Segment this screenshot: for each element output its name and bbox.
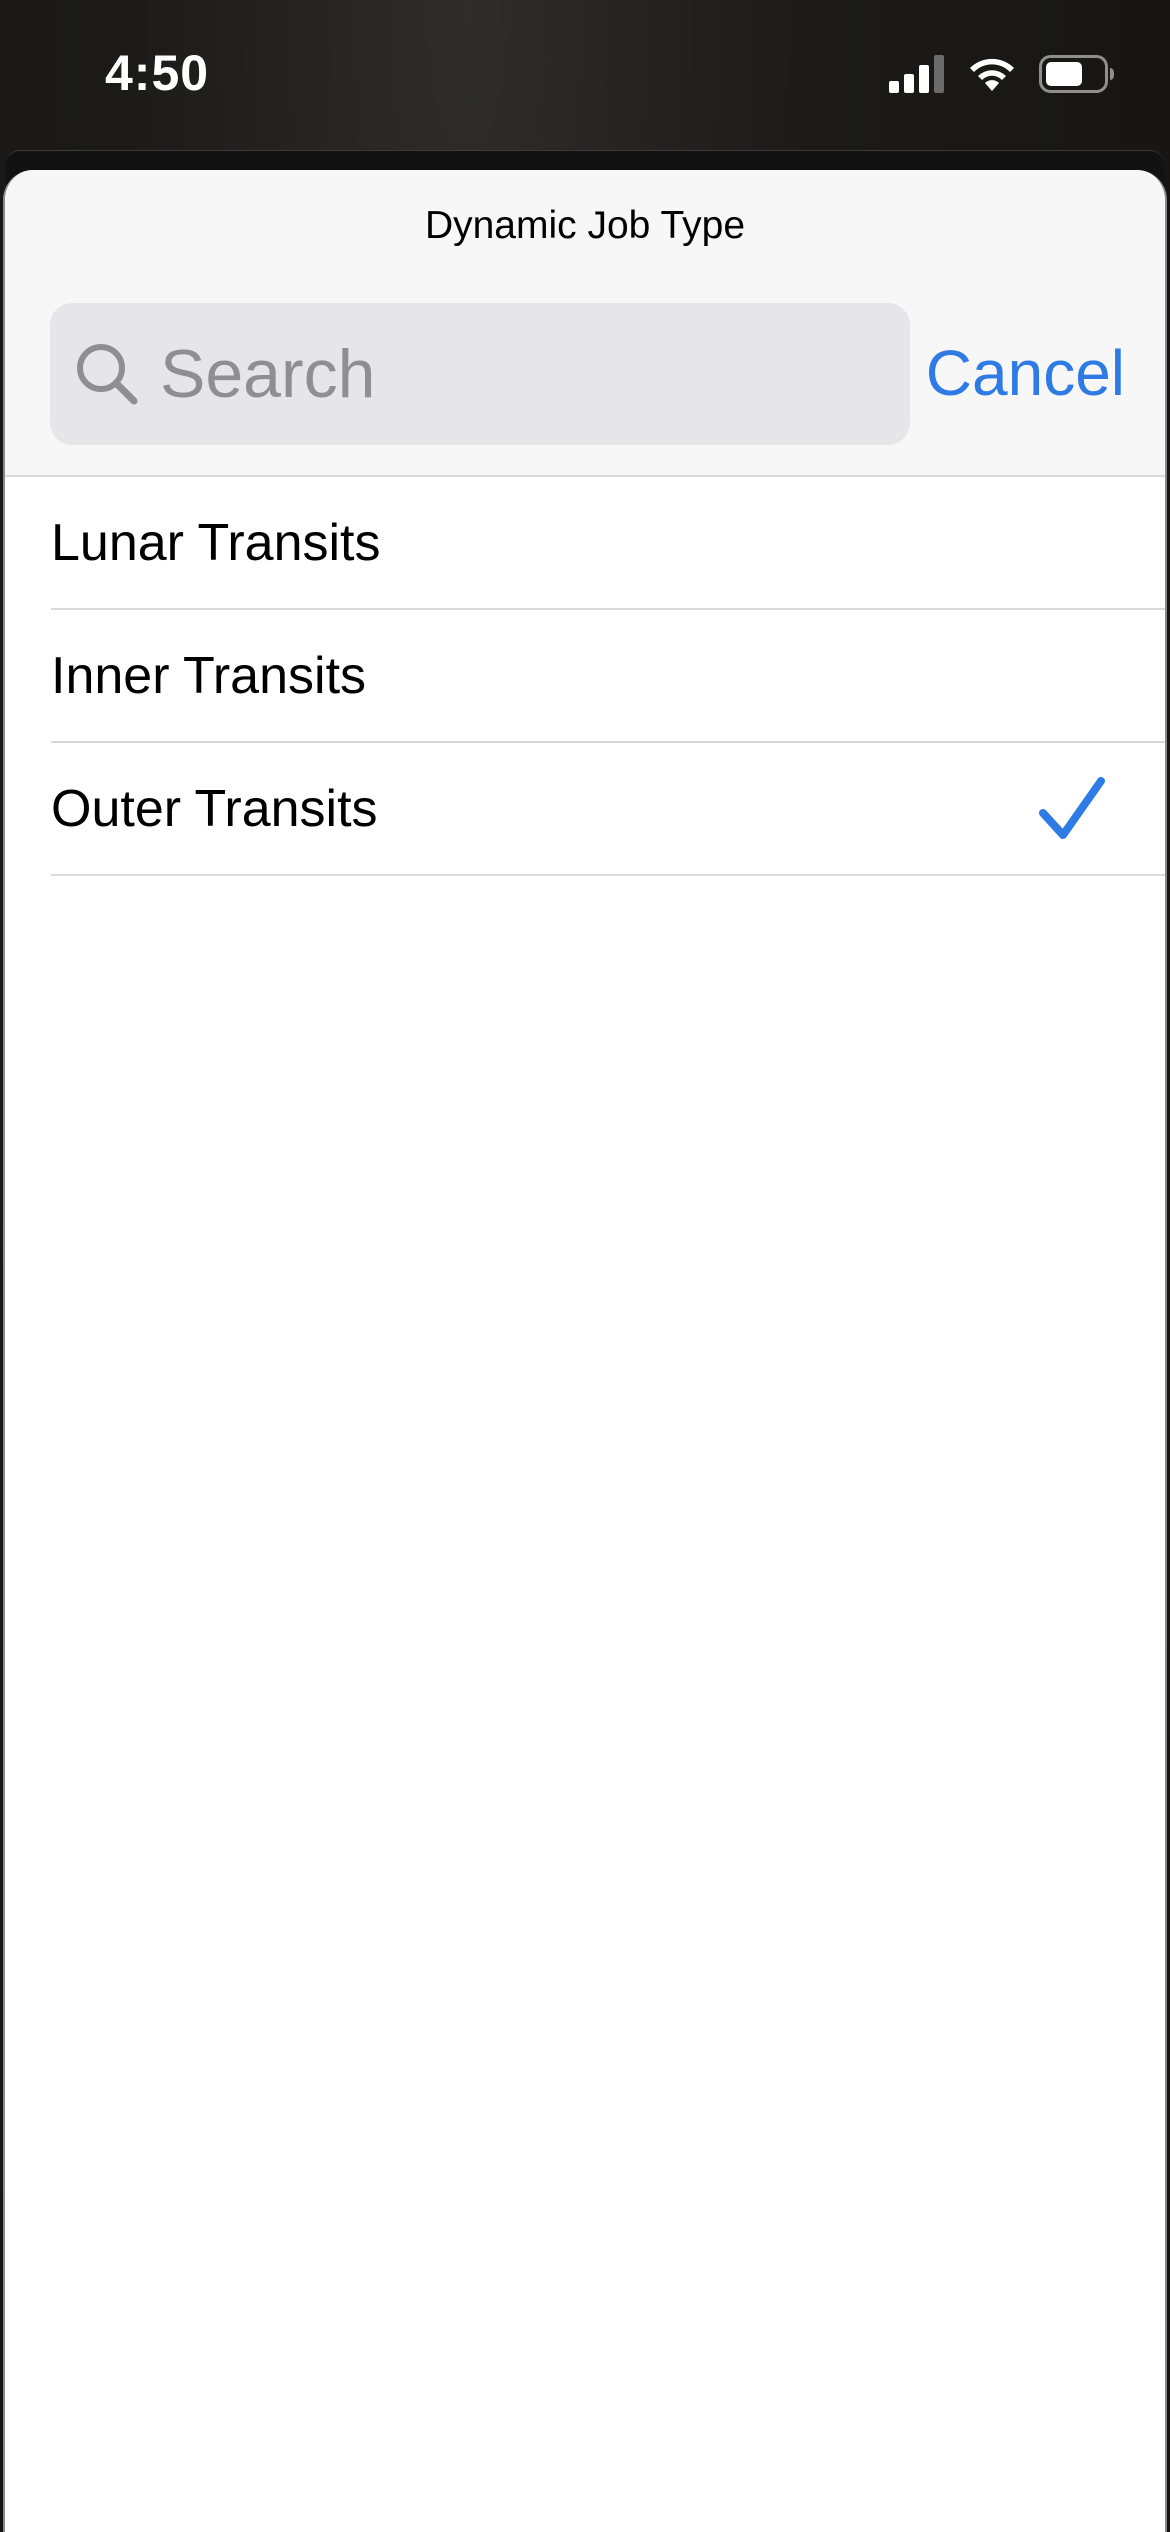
list-item-label: Outer Transits [51,779,378,838]
status-icons [889,52,1115,96]
wifi-icon [967,55,1017,93]
status-bar: 4:50 [0,0,1170,150]
checkmark-icon [1037,775,1107,845]
screen: 4:50 Dynamic Job Type Search Cancel Luna… [0,0,1170,2532]
sheet-header: Dynamic Job Type Cancel [5,170,1165,477]
battery-icon [1039,55,1115,93]
status-time: 4:50 [105,45,210,101]
list-item-label: Inner Transits [51,646,367,705]
list-item-inner-transits[interactable]: Inner Transits [51,610,1165,743]
cellular-signal-icon [889,55,945,93]
search-field[interactable] [50,303,910,445]
list-item-lunar-transits[interactable]: Lunar Transits [51,477,1165,610]
picker-sheet: Dynamic Job Type Cancel Lunar Transits I… [3,170,1167,2532]
list-item-outer-transits[interactable]: Outer Transits [51,743,1165,876]
cancel-button[interactable]: Cancel [926,336,1125,410]
search-input[interactable] [160,335,860,413]
search-icon [72,339,142,409]
sheet-title: Dynamic Job Type [424,204,746,247]
job-type-list: Lunar Transits Inner Transits Outer Tran… [5,477,1165,876]
list-item-label: Lunar Transits [51,513,381,572]
